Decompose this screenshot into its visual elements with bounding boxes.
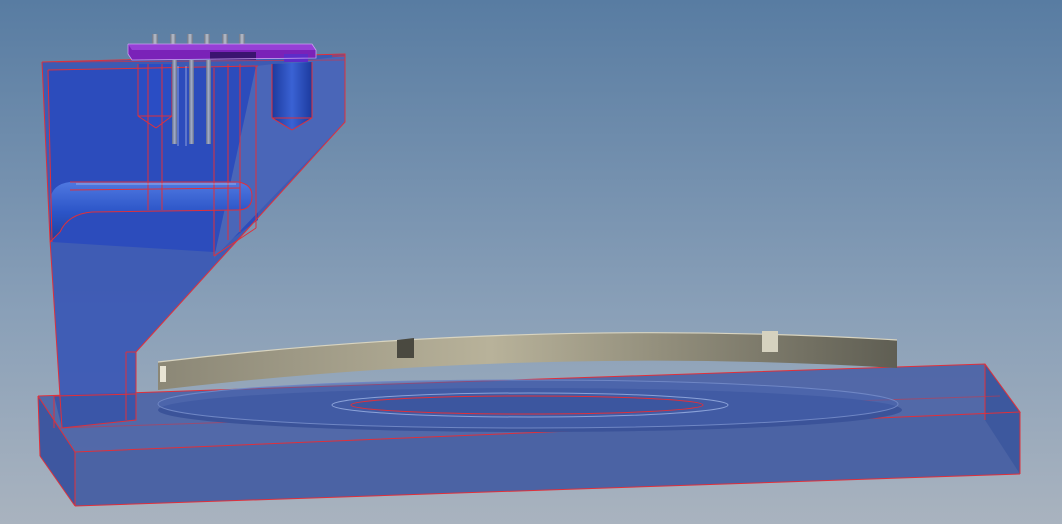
cad-3d-viewport[interactable] [0, 0, 1062, 524]
cylinder-boss [272, 62, 312, 130]
bore-left [138, 64, 172, 116]
pcb-top-face [128, 44, 316, 50]
pin-shaft-2 [189, 60, 194, 144]
cad-scene[interactable] [0, 0, 1062, 524]
pin-shaft-1 [172, 60, 177, 144]
hub-inner-ring [350, 395, 704, 415]
pin-shaft-3 [206, 60, 211, 144]
pcb-board[interactable] [127, 43, 317, 62]
